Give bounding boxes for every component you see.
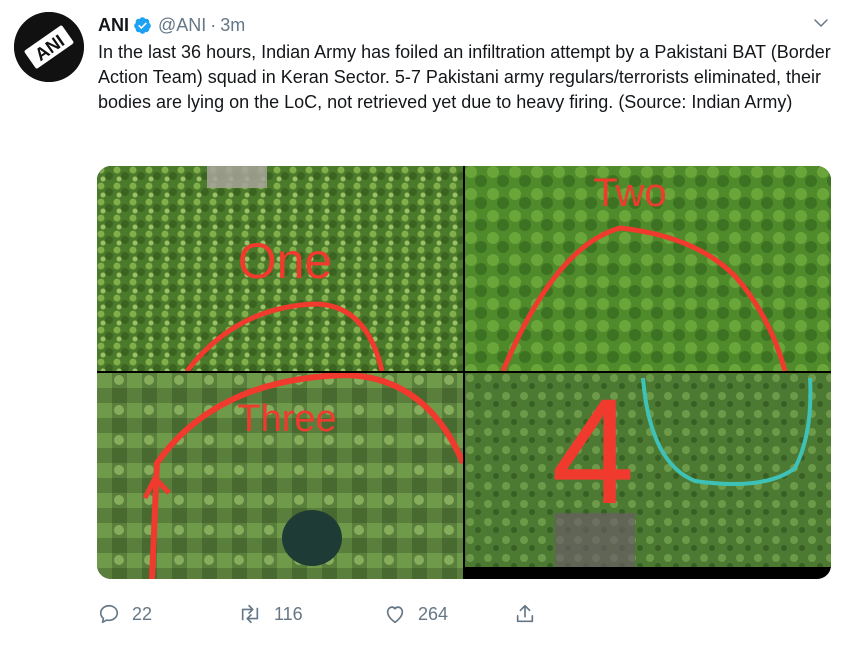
- reply-count: 22: [132, 603, 153, 624]
- annotation-label-1: One: [238, 233, 333, 289]
- svg-text:Three: Three: [237, 398, 336, 440]
- ani-logo-icon: ANI: [14, 12, 84, 82]
- author-handle[interactable]: @ANI: [158, 15, 206, 36]
- media-image-3[interactable]: Three: [97, 373, 463, 579]
- retweet-icon: [241, 604, 259, 624]
- media-grid: One Two Three 4: [97, 166, 831, 579]
- reply-icon: [99, 604, 119, 624]
- media-image-4[interactable]: 4: [465, 373, 831, 579]
- retweet-button[interactable]: 116: [238, 603, 384, 625]
- annotation-label-2: Two: [593, 171, 666, 215]
- tweet-card[interactable]: ANI ANI @ANI · 3m In the last 36 hours, …: [0, 0, 850, 649]
- svg-text:Two: Two: [593, 171, 666, 215]
- media-image-2[interactable]: Two: [465, 166, 831, 371]
- share-button[interactable]: [514, 603, 536, 625]
- verified-badge-icon: [133, 16, 152, 35]
- tweet-header: ANI @ANI · 3m: [98, 12, 245, 38]
- like-count: 264: [418, 603, 449, 624]
- share-icon: [516, 604, 534, 623]
- retweet-count: 116: [274, 603, 303, 624]
- media-image-1[interactable]: One: [97, 166, 463, 371]
- tweet-actions: 22 116 264: [98, 600, 536, 628]
- svg-text:4: 4: [551, 373, 634, 535]
- separator-dot: ·: [210, 14, 217, 35]
- author-name[interactable]: ANI: [98, 15, 129, 36]
- timestamp[interactable]: 3m: [220, 15, 245, 36]
- avatar[interactable]: ANI: [14, 12, 84, 82]
- annotation-label-3: Three: [237, 398, 336, 440]
- annotation-label-4: 4: [551, 373, 634, 535]
- reply-button[interactable]: 22: [98, 603, 238, 625]
- tweet-text: In the last 36 hours, Indian Army has fo…: [98, 42, 831, 112]
- svg-text:One: One: [238, 233, 333, 289]
- chevron-down-icon[interactable]: [812, 14, 830, 37]
- like-button[interactable]: 264: [384, 603, 514, 625]
- like-icon: [386, 606, 404, 624]
